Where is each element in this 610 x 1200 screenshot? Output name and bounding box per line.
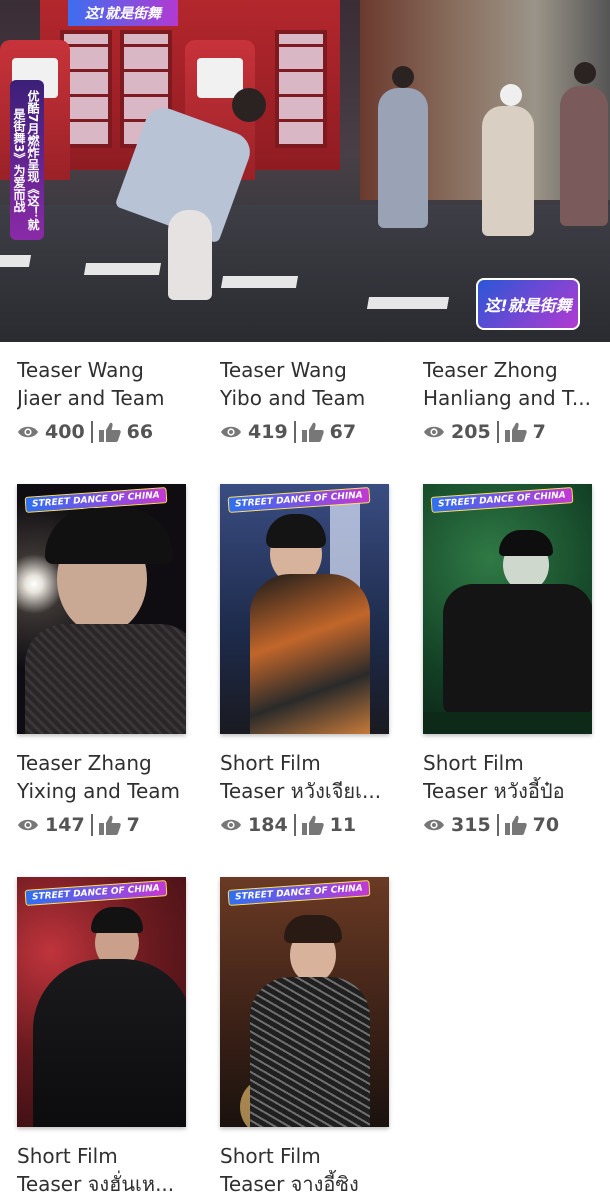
judge-figure [378, 88, 428, 228]
figure-body [25, 624, 186, 734]
video-title[interactable]: Teaser Wang Jiaer and Team [17, 356, 197, 412]
thumbs-up-icon[interactable] [301, 422, 324, 442]
title-line-2: Yixing and Team [17, 779, 181, 803]
title-line-1: Teaser Zhang [17, 751, 152, 775]
video-stats: 400 66 [17, 419, 153, 445]
video-title[interactable]: Teaser Wang Yibo and Team [220, 356, 400, 412]
figure-body [443, 584, 592, 714]
eye-icon [17, 425, 39, 439]
view-count: 315 [451, 814, 491, 836]
title-line-2: Teaser จงฮั่นเห... [17, 1172, 175, 1196]
title-line-2: Teaser จางอี้ซิง [220, 1172, 359, 1196]
divider [293, 421, 296, 443]
figure-body [33, 959, 186, 1127]
video-title[interactable]: Short Film Teaser จางอี้ซิง [220, 1142, 400, 1198]
show-badge: STREET DANCE OF CHINA [227, 880, 371, 906]
floor-stripe [220, 276, 299, 288]
video-title[interactable]: Teaser Zhang Yixing and Team [17, 749, 197, 805]
title-line-1: Teaser Zhong [423, 358, 558, 382]
video-thumbnail[interactable]: STREET DANCE OF CHINA [220, 877, 389, 1127]
eye-icon [423, 425, 445, 439]
eye-icon [423, 818, 445, 832]
beanie [266, 514, 326, 548]
like-count: 11 [329, 814, 357, 836]
divider [496, 814, 499, 836]
judge-figure [560, 86, 608, 226]
figure-body [250, 574, 370, 734]
floor-stripe [83, 263, 162, 275]
like-count: 7 [532, 421, 546, 443]
judge-head [392, 66, 414, 88]
thumbs-up-icon[interactable] [98, 422, 121, 442]
figure-body [250, 977, 370, 1127]
floor-stripe [0, 255, 32, 267]
show-logo-top: 这!就是街舞 [68, 0, 178, 26]
cap [45, 508, 173, 564]
video-thumbnail[interactable]: STREET DANCE OF CHINA [17, 877, 186, 1127]
eye-icon [220, 425, 242, 439]
video-stats: 205 7 [423, 419, 546, 445]
divider [90, 421, 93, 443]
title-line-2: Teaser หวังอี้ป๋อ [423, 779, 565, 803]
video-stats: 419 67 [220, 419, 356, 445]
video-stats: 184 11 [220, 812, 356, 838]
like-count: 66 [126, 421, 154, 443]
view-count: 419 [248, 421, 288, 443]
title-line-2: Teaser หวังเจียเ... [220, 779, 382, 803]
cap [499, 530, 553, 556]
promo-vertical-banner: 优酷7月燃炸呈现《这！就是街舞3》为爱而战 [10, 80, 44, 240]
divider [293, 814, 296, 836]
title-line-1: Short Film [17, 1144, 118, 1168]
eye-icon [17, 818, 39, 832]
like-count: 67 [329, 421, 357, 443]
video-stats: 315 70 [423, 812, 559, 838]
view-count: 400 [45, 421, 85, 443]
like-count: 70 [532, 814, 560, 836]
title-line-1: Short Film [220, 751, 321, 775]
show-badge: STREET DANCE OF CHINA [430, 487, 574, 513]
thumbs-up-icon[interactable] [504, 815, 527, 835]
title-line-2: Jiaer and Team [17, 386, 165, 410]
hair [284, 915, 342, 943]
judge-head [500, 84, 522, 106]
video-stats: 147 7 [17, 812, 140, 838]
divider [496, 421, 499, 443]
divider [90, 814, 93, 836]
dancer-head [232, 88, 266, 122]
video-thumbnail[interactable]: STREET DANCE OF CHINA [220, 484, 389, 734]
stage-floor [423, 712, 592, 734]
thumbs-up-icon[interactable] [504, 422, 527, 442]
dancer-legs [168, 210, 212, 300]
video-thumbnail[interactable]: STREET DANCE OF CHINA [423, 484, 592, 734]
title-line-1: Teaser Wang [220, 358, 347, 382]
title-line-1: Short Film [220, 1144, 321, 1168]
floor-stripe [366, 297, 450, 309]
show-badge: STREET DANCE OF CHINA [24, 880, 168, 906]
video-title[interactable]: Short Film Teaser หวังอี้ป๋อ [423, 749, 603, 805]
eye-icon [220, 818, 242, 832]
title-line-1: Short Film [423, 751, 524, 775]
title-line-2: Yibo and Team [220, 386, 366, 410]
hero-video-thumbnail[interactable]: 优酷7月燃炸呈现《这！就是街舞3》为爱而战 这!就是街舞 这!就是街舞 [0, 0, 610, 342]
like-count: 7 [126, 814, 140, 836]
video-title[interactable]: Short Film Teaser จงฮั่นเห... [17, 1142, 197, 1198]
video-thumbnail[interactable]: STREET DANCE OF CHINA [17, 484, 186, 734]
judge-head [574, 62, 596, 84]
view-count: 184 [248, 814, 288, 836]
show-logo: 这!就是街舞 [476, 278, 580, 330]
thumbs-up-icon[interactable] [301, 815, 324, 835]
view-count: 205 [451, 421, 491, 443]
video-title[interactable]: Short Film Teaser หวังเจียเ... [220, 749, 400, 805]
hair [91, 907, 143, 933]
view-count: 147 [45, 814, 85, 836]
video-title[interactable]: Teaser Zhong Hanliang and T... [423, 356, 603, 412]
judge-figure [482, 106, 534, 236]
title-line-1: Teaser Wang [17, 358, 144, 382]
title-line-2: Hanliang and T... [423, 386, 591, 410]
thumbs-up-icon[interactable] [98, 815, 121, 835]
